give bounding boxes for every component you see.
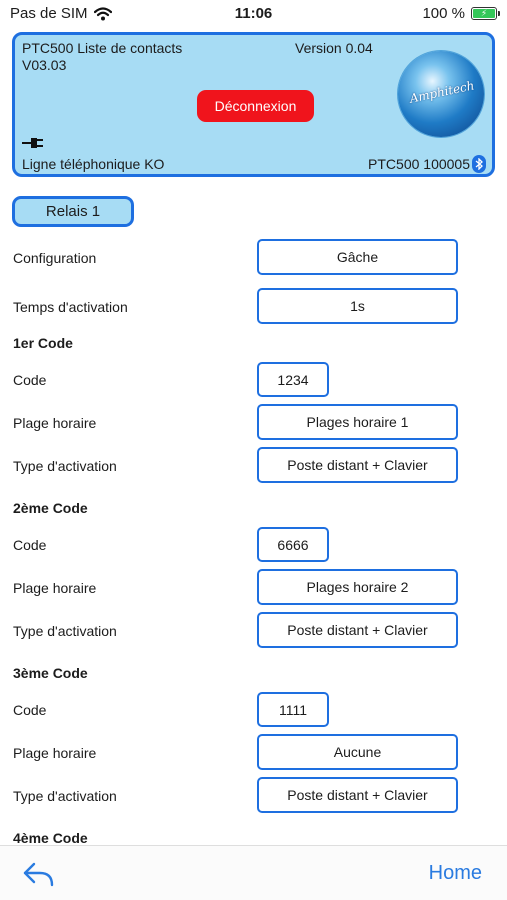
activation-time-select[interactable]: 1s — [257, 288, 458, 324]
configuration-select[interactable]: Gâche — [257, 239, 458, 275]
code-2-schedule-select[interactable]: Plages horaire 2 — [257, 569, 458, 605]
code-1-activation-select[interactable]: Poste distant + Clavier — [257, 447, 458, 483]
battery-icon: ⚡ — [471, 7, 500, 20]
code-1-schedule-label: Plage horaire — [13, 415, 97, 431]
code-3-code-label: Code — [13, 702, 47, 718]
phone-line-status: Ligne téléphonique KO — [22, 156, 165, 172]
code-3-title: 3ème Code — [13, 665, 88, 681]
battery-area: 100 % ⚡ — [422, 5, 500, 22]
status-bar: Pas de SIM 11:06 100 % ⚡ — [0, 0, 507, 28]
bottom-toolbar: Home — [0, 845, 507, 900]
code-4-title: 4ème Code — [13, 830, 88, 846]
code-3-schedule-label: Plage horaire — [13, 745, 97, 761]
code-2-activation-label: Type d'activation — [13, 623, 117, 639]
code-2-code-input[interactable]: 6666 — [257, 527, 329, 562]
code-3-activation-label: Type d'activation — [13, 788, 117, 804]
code-1-activation-label: Type d'activation — [13, 458, 117, 474]
logout-button[interactable]: Déconnexion — [197, 90, 314, 122]
code-2-schedule-label: Plage horaire — [13, 580, 97, 596]
device-info-panel: PTC500 Liste de contacts V03.03 Version … — [12, 32, 495, 177]
page-title: PTC500 Liste de contacts — [22, 40, 183, 56]
code-2-title: 2ème Code — [13, 500, 88, 516]
logo-text: Amphitech — [408, 78, 476, 106]
bluetooth-icon — [472, 155, 486, 173]
activation-time-label: Temps d'activation — [13, 299, 128, 315]
code-3-code-input[interactable]: 1111 — [257, 692, 329, 727]
amphitech-logo: Amphitech — [398, 51, 484, 137]
plug-icon — [22, 138, 43, 148]
back-arrow-icon[interactable] — [22, 860, 56, 888]
configuration-label: Configuration — [13, 250, 97, 266]
code-1-title: 1er Code — [13, 335, 73, 351]
device-id: PTC500 100005 — [368, 156, 470, 172]
firmware-version: V03.03 — [22, 57, 67, 73]
code-3-schedule-select[interactable]: Aucune — [257, 734, 458, 770]
code-2-activation-select[interactable]: Poste distant + Clavier — [257, 612, 458, 648]
code-2-code-label: Code — [13, 537, 47, 553]
code-1-code-input[interactable]: 1234 — [257, 362, 329, 397]
battery-percent: 100 % — [422, 5, 465, 22]
home-button[interactable]: Home — [429, 862, 482, 885]
code-1-schedule-select[interactable]: Plages horaire 1 — [257, 404, 458, 440]
code-3-activation-select[interactable]: Poste distant + Clavier — [257, 777, 458, 813]
tab-relay-1[interactable]: Relais 1 — [12, 196, 134, 227]
app-version: Version 0.04 — [295, 40, 373, 56]
code-1-code-label: Code — [13, 372, 47, 388]
